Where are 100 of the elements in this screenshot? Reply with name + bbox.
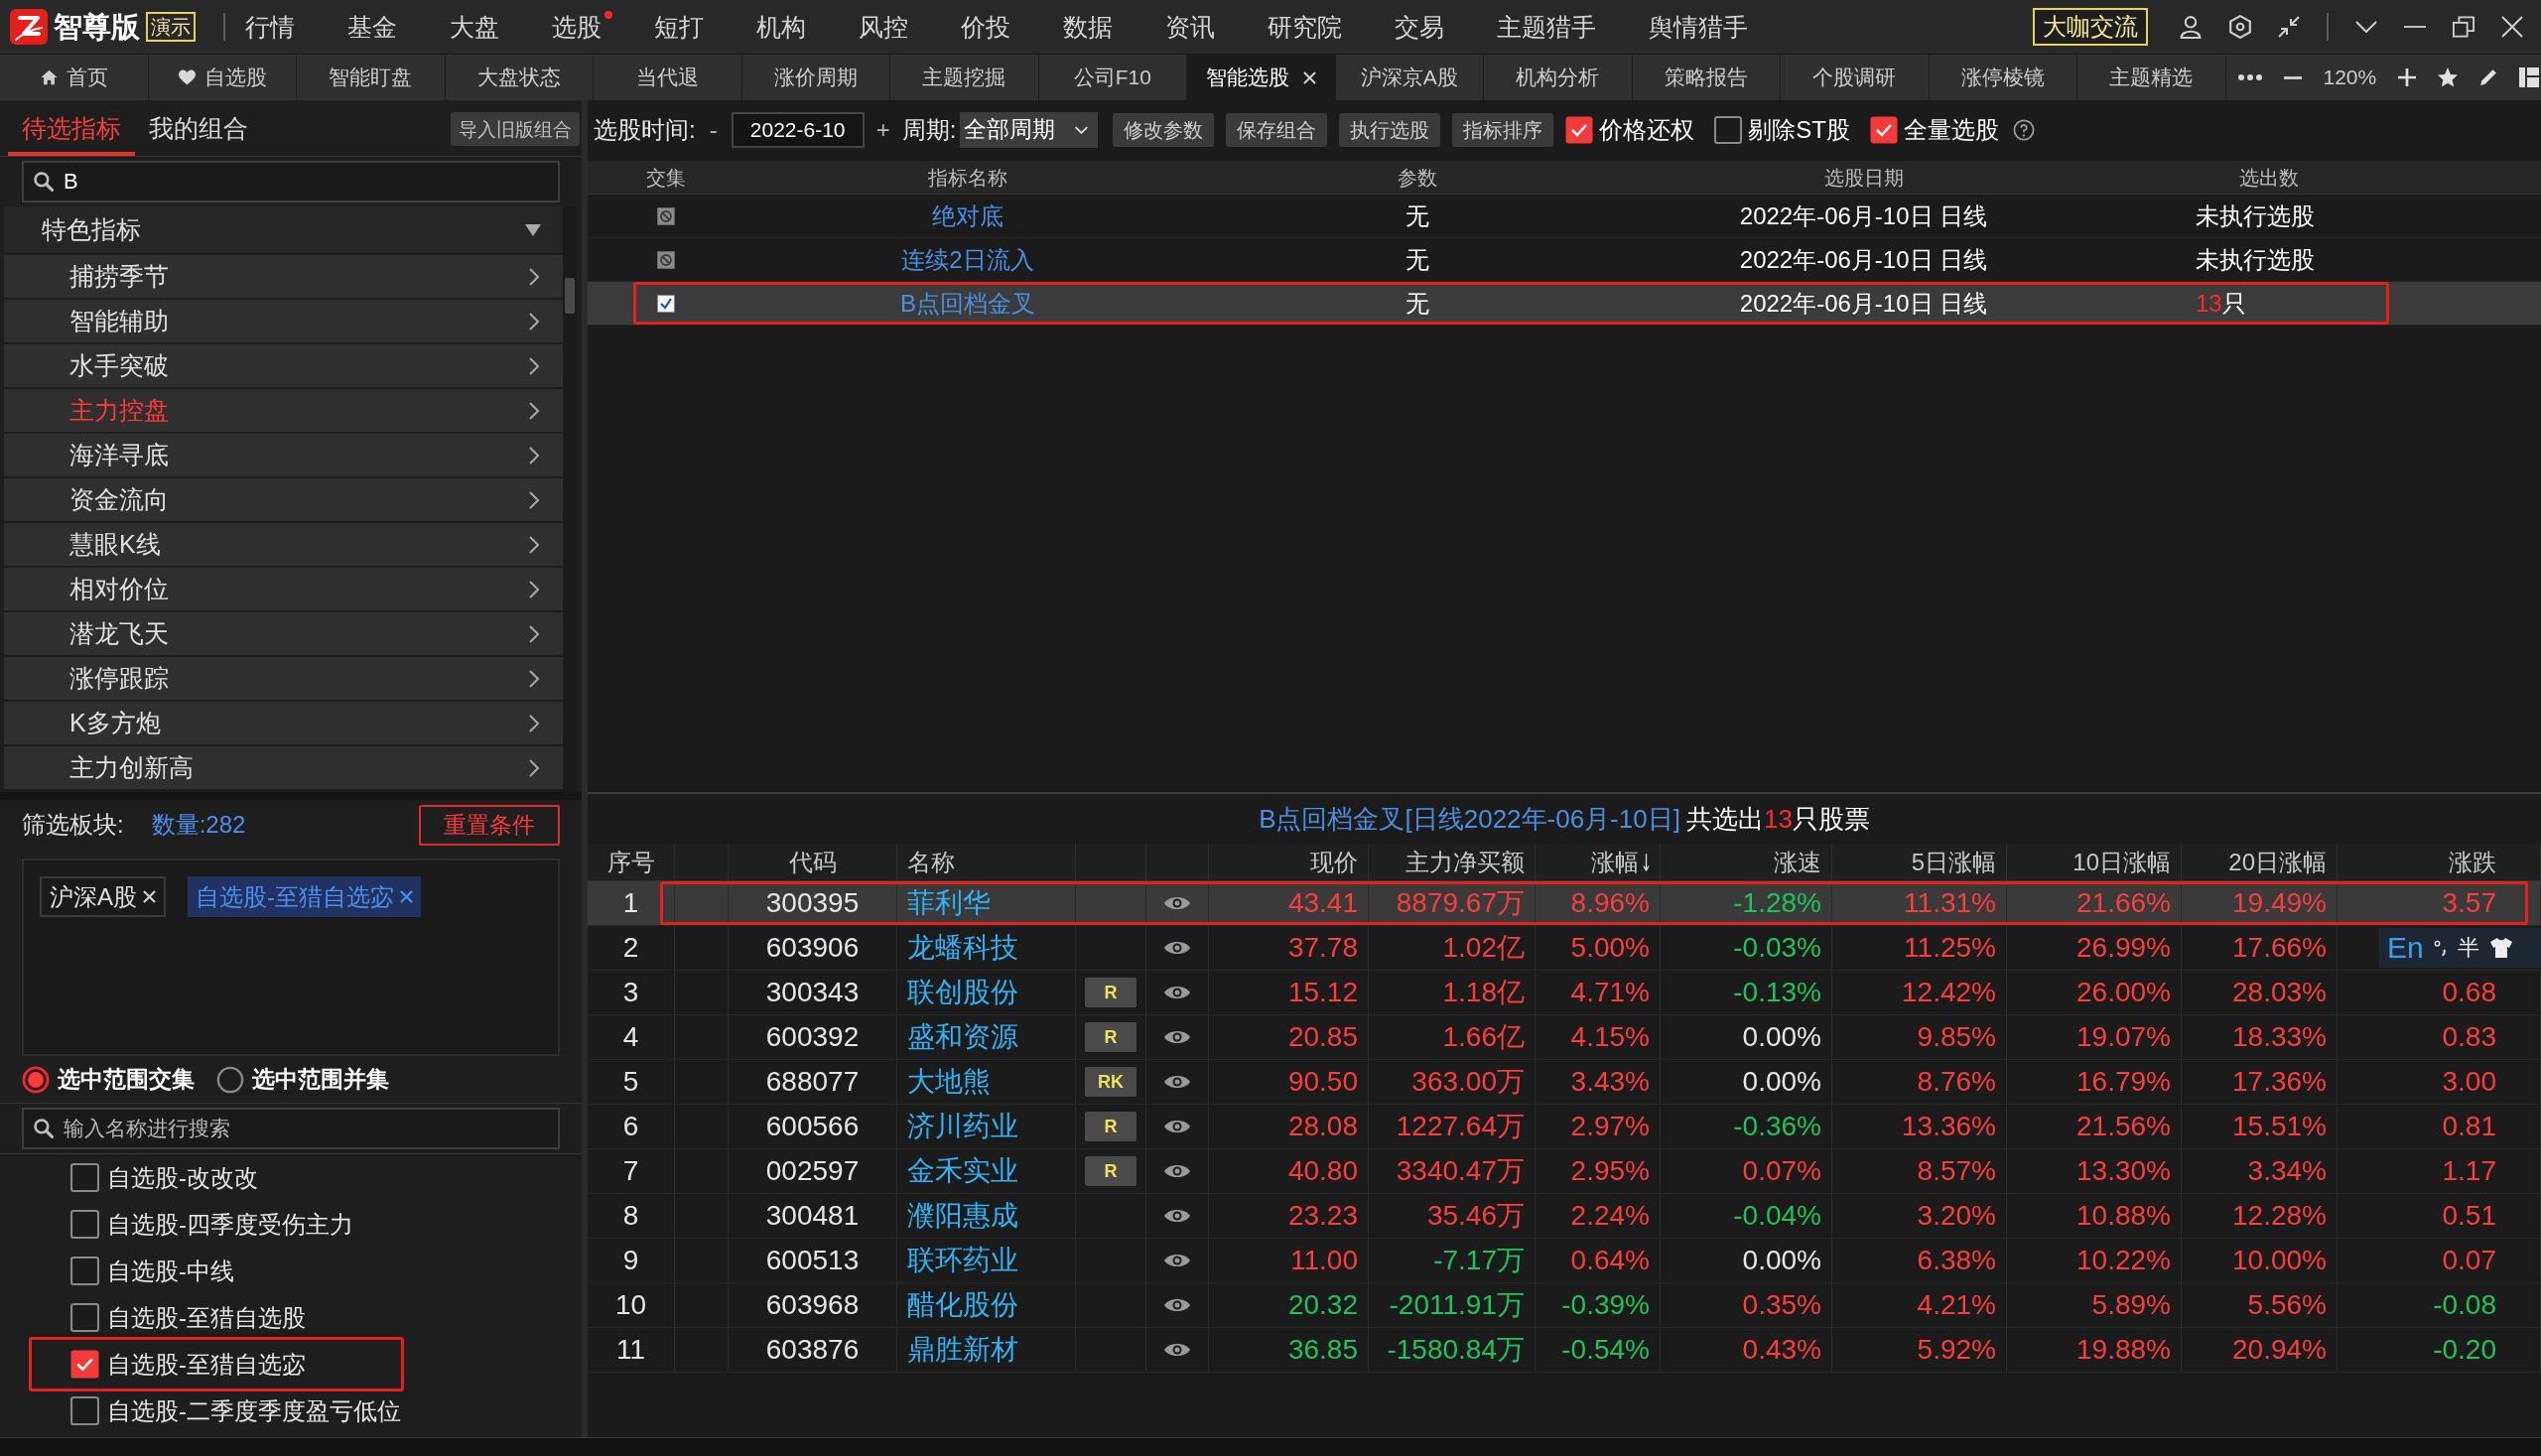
toolbar-button[interactable]: 指标排序 (1452, 112, 1554, 147)
stock-name[interactable]: 联环药业 (907, 1240, 1018, 1281)
table-row[interactable]: 5 688077 大地熊 RK 90.50 363.00万 3.43% 0.00% 8.76% 16.79% 17.36% 3.00 (588, 1060, 2541, 1105)
eye-icon[interactable] (1163, 1073, 1191, 1091)
table-row[interactable]: 1 300395 菲利华 43.41 8879.67万 8.96% -1.28% 11.31% 21.66% 19.49% 3.57 (588, 881, 2541, 926)
table-row[interactable]: 11 603876 鼎胜新材 36.85 -1580.84万 -0.54% 0.43% 5.92% 19.88% 20.94% -0.20 (588, 1328, 2541, 1373)
category-item[interactable]: 海洋寻底 (4, 432, 563, 476)
category-item[interactable]: 相对价位 (4, 566, 563, 610)
checkbox[interactable] (70, 1257, 99, 1285)
stock-name[interactable]: 鼎胜新材 (907, 1329, 1018, 1371)
search-field[interactable]: B (22, 161, 560, 202)
category-item[interactable]: 主力控盘 (4, 387, 563, 432)
checkbox[interactable] (70, 1163, 99, 1192)
checkbox-label[interactable]: 自选股-至猎自选股 (107, 1299, 306, 1336)
stock-name[interactable]: 濮阳惠成 (907, 1195, 1018, 1237)
tab[interactable]: 涨停棱镜 (1929, 55, 2077, 100)
checkbox-label[interactable]: 自选股-四季度受伤主力 (107, 1206, 353, 1243)
filter-tag[interactable]: 自选股-至猎自选宓 (188, 876, 421, 917)
category-item[interactable]: 涨停跟踪 (4, 655, 563, 700)
stock-name[interactable]: 大地熊 (907, 1061, 991, 1103)
radio-label[interactable]: 选中范围并集 (252, 1062, 389, 1097)
table-row[interactable]: 8 300481 濮阳惠成 23.23 35.46万 2.24% -0.04% 3.20% 10.88% 12.28% 0.51 (588, 1194, 2541, 1239)
stock-name[interactable]: 联创股份 (907, 972, 1018, 1013)
tab[interactable]: 个股调研 (1781, 55, 1930, 100)
date-field[interactable]: 2022-6-10 (731, 111, 865, 148)
eye-icon[interactable] (1163, 1296, 1191, 1314)
tab[interactable]: 策略报告 (1632, 55, 1781, 100)
user-icon[interactable] (2179, 15, 2203, 39)
search-input[interactable]: B (64, 163, 548, 200)
eye-icon[interactable] (1163, 1162, 1191, 1180)
column-header[interactable]: 交集 (646, 162, 686, 193)
checkbox[interactable] (70, 1396, 99, 1425)
menu-item[interactable]: 选股 (552, 14, 602, 40)
eye-icon[interactable] (1163, 984, 1191, 1001)
category-item[interactable]: 主力创新高 (4, 744, 563, 789)
stock-name[interactable]: 盛和资源 (907, 1016, 1018, 1058)
column-header[interactable]: 涨幅 (1591, 844, 1639, 880)
category-item[interactable]: 水手突破 (4, 342, 563, 387)
menu-item[interactable]: 主题猎手 (1497, 14, 1596, 40)
compress-icon[interactable] (2278, 16, 2300, 38)
checkbox[interactable] (1565, 115, 1594, 144)
category-item[interactable]: 潜龙飞天 (4, 610, 563, 655)
checkbox[interactable] (657, 294, 675, 313)
zoom-in-icon[interactable] (2398, 68, 2417, 86)
tab[interactable]: 智能选股 (1187, 55, 1336, 100)
category-item[interactable]: 捕捞季节 (4, 253, 563, 298)
menu-item[interactable]: 风控 (859, 14, 908, 40)
menu-item[interactable]: 短打 (654, 14, 704, 40)
stock-name[interactable]: 金禾实业 (907, 1150, 1018, 1192)
menu-item[interactable]: 交易 (1395, 14, 1444, 40)
radio-label[interactable]: 选中范围交集 (58, 1062, 195, 1097)
column-header[interactable]: 主力净买额 (1405, 844, 1525, 880)
tab[interactable]: 主题精选 (2077, 55, 2226, 100)
toolbar-button[interactable]: 保存组合 (1226, 112, 1328, 147)
table-row[interactable]: 4 600392 盛和资源 R 20.85 1.66亿 4.15% 0.00% 9.85% 19.07% 18.33% 0.83 (588, 1015, 2541, 1060)
column-header[interactable]: 10日涨幅 (2073, 844, 2171, 880)
column-header[interactable]: 选出数 (2239, 162, 2299, 193)
menu-item[interactable]: 行情 (245, 14, 295, 40)
table-row[interactable]: 7 002597 金禾实业 R 40.80 3340.47万 2.95% 0.07% 8.57% 13.30% 3.34% 1.17 (588, 1149, 2541, 1194)
restore-icon[interactable] (2453, 16, 2474, 38)
checkbox-label[interactable]: 自选股-至猎自选宓 (107, 1346, 306, 1383)
layout-icon[interactable] (2519, 67, 2540, 87)
table-row[interactable]: 3 300343 联创股份 R 15.12 1.18亿 4.71% -0.13% 12.42% 26.00% 28.03% 0.68 (588, 971, 2541, 1015)
checkbox-label[interactable]: 自选股-改改改 (107, 1159, 258, 1196)
chevron-down-icon[interactable] (2355, 21, 2377, 33)
eye-icon[interactable] (1163, 939, 1191, 957)
menu-item[interactable]: 数据 (1063, 14, 1113, 40)
column-header[interactable]: 参数 (1397, 162, 1437, 193)
stock-name[interactable]: 菲利华 (907, 882, 991, 924)
help-icon[interactable] (2013, 118, 2036, 141)
close-icon[interactable] (1302, 70, 1316, 84)
checkbox-label[interactable]: 自选股-中线 (107, 1253, 234, 1289)
import-button[interactable]: 导入旧版组合 (451, 112, 580, 146)
eye-icon[interactable] (1163, 1118, 1191, 1135)
column-header[interactable]: 指标名称 (928, 162, 1007, 193)
column-header[interactable]: 名称 (907, 844, 955, 880)
menu-item[interactable]: 基金 (347, 14, 397, 40)
radio-button[interactable] (216, 1065, 244, 1094)
radio-button[interactable] (22, 1065, 50, 1094)
column-header[interactable]: 代码 (788, 844, 837, 880)
checkbox-label[interactable]: 价格还权 (1599, 111, 1695, 148)
table-row[interactable]: B点回档金叉 无 2022年-06月-10日 日线 13只 (588, 282, 2541, 326)
category-item[interactable]: 智能辅助 (4, 298, 563, 342)
tab[interactable]: 涨价周期 (741, 55, 890, 100)
checkbox-label[interactable]: 剔除ST股 (1748, 111, 1851, 148)
stock-name[interactable]: 醋化股份 (907, 1284, 1018, 1326)
period-select[interactable]: 全部周期 (960, 111, 1099, 148)
community-button[interactable]: 大咖交流 (2033, 8, 2148, 46)
eye-icon[interactable] (1163, 1028, 1191, 1046)
eye-icon[interactable] (1163, 1252, 1191, 1269)
column-header[interactable]: 涨跌 (2449, 844, 2496, 880)
shape-mode-label[interactable]: 半 (2457, 937, 2479, 959)
scrollbar-thumb[interactable] (565, 278, 575, 314)
reset-button[interactable]: 重置条件 (419, 804, 560, 846)
eye-icon[interactable] (1163, 1341, 1191, 1359)
eye-icon[interactable] (1163, 1207, 1191, 1225)
column-header[interactable]: 序号 (606, 844, 655, 880)
stock-name[interactable]: 济川药业 (907, 1106, 1018, 1147)
increment-button[interactable]: + (875, 111, 890, 148)
logo-icon[interactable] (10, 9, 48, 45)
